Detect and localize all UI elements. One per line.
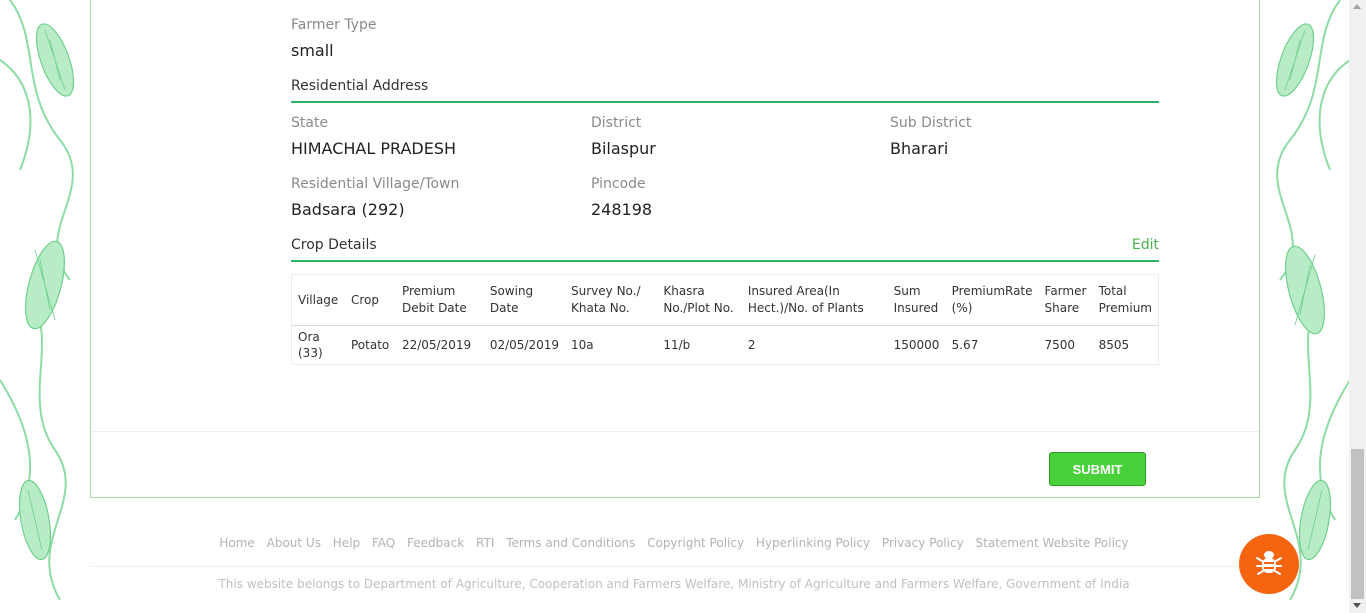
pincode-label: Pincode <box>591 176 646 192</box>
footer-link-statement[interactable]: Statement Website Policy <box>976 536 1129 550</box>
farmer-type-label: Farmer Type <box>291 17 377 33</box>
footer-link-copyright[interactable]: Copyright Policy <box>647 536 744 550</box>
cell-insured-area: 2 <box>741 325 888 365</box>
footer-ownership-note: This website belongs to Department of Ag… <box>218 577 1130 591</box>
crop-details-table: Village Crop Premium Debit Date Sowing D… <box>290 274 1159 365</box>
scrollbar-thumb[interactable] <box>1351 449 1364 599</box>
cell-crop: Potato <box>344 325 396 365</box>
pincode-value: 248198 <box>591 200 653 219</box>
sub-district-value: Bharari <box>890 139 949 158</box>
card-divider <box>91 431 1259 432</box>
residential-address-title: Residential Address <box>291 78 429 94</box>
district-value: Bilaspur <box>591 139 656 158</box>
col-premium-rate: PremiumRate (%) <box>945 274 1039 326</box>
cell-premium-rate: 5.67 <box>945 325 1039 365</box>
village-label: Residential Village/Town <box>291 176 460 192</box>
cell-village: Ora (33) <box>290 325 345 365</box>
edit-crop-link[interactable]: Edit <box>1132 237 1159 253</box>
scroll-up-arrow[interactable] <box>1353 4 1361 9</box>
cell-premium-debit-date: 22/05/2019 <box>395 325 484 365</box>
col-crop: Crop <box>344 274 396 326</box>
footer-link-about-us[interactable]: About Us <box>267 536 321 550</box>
col-sowing-date: Sowing Date <box>483 274 566 326</box>
bug-icon <box>1256 548 1282 580</box>
footer-link-home[interactable]: Home <box>219 536 254 550</box>
bug-report-button[interactable] <box>1239 534 1299 594</box>
col-khasra-no: Khasra No./Plot No. <box>657 274 742 326</box>
table-row: Ora (33) Potato 22/05/2019 02/05/2019 10… <box>290 325 1159 365</box>
table-header-row: Village Crop Premium Debit Date Sowing D… <box>290 274 1159 326</box>
footer-divider <box>90 566 1258 567</box>
footer-link-privacy[interactable]: Privacy Policy <box>882 536 964 550</box>
village-value: Badsara (292) <box>291 200 405 219</box>
form-card: Farmer Type small Residential Address St… <box>90 0 1260 498</box>
sub-district-label: Sub District <box>890 115 972 131</box>
footer-links: Home About Us Help FAQ Feedback RTI Term… <box>90 536 1258 550</box>
cell-farmer-share: 7500 <box>1038 325 1093 365</box>
col-premium-debit-date: Premium Debit Date <box>395 274 484 326</box>
cell-total-premium: 8505 <box>1092 325 1159 365</box>
footer-link-hyperlinking[interactable]: Hyperlinking Policy <box>756 536 870 550</box>
corn-decoration-right <box>1260 0 1350 613</box>
col-sum-insured: Sum Insured <box>887 274 946 326</box>
farmer-type-value: small <box>291 41 334 60</box>
corn-decoration-left <box>0 0 90 613</box>
state-label: State <box>291 115 329 131</box>
footer-link-terms[interactable]: Terms and Conditions <box>506 536 635 550</box>
district-label: District <box>591 115 642 131</box>
col-village: Village <box>290 274 345 326</box>
cell-survey-no: 10a <box>565 325 658 365</box>
col-total-premium: Total Premium <box>1092 274 1159 326</box>
footer-link-help[interactable]: Help <box>333 536 360 550</box>
col-insured-area: Insured Area(In Hect.)/No. of Plants <box>741 274 888 326</box>
scroll-down-arrow[interactable] <box>1353 603 1361 608</box>
col-survey-no: Survey No./ Khata No. <box>565 274 658 326</box>
cell-sum-insured: 150000 <box>887 325 946 365</box>
footer-link-feedback[interactable]: Feedback <box>407 536 464 550</box>
section-divider <box>291 101 1159 103</box>
section-divider <box>291 260 1159 262</box>
col-farmer-share: Farmer Share <box>1038 274 1093 326</box>
state-value: HIMACHAL PRADESH <box>291 139 457 158</box>
crop-details-title: Crop Details <box>291 237 377 253</box>
footer-link-faq[interactable]: FAQ <box>372 536 395 550</box>
cell-khasra-no: 11/b <box>657 325 742 365</box>
submit-button[interactable]: SUBMIT <box>1049 452 1146 486</box>
cell-sowing-date: 02/05/2019 <box>483 325 566 365</box>
footer-link-rti[interactable]: RTI <box>476 536 494 550</box>
